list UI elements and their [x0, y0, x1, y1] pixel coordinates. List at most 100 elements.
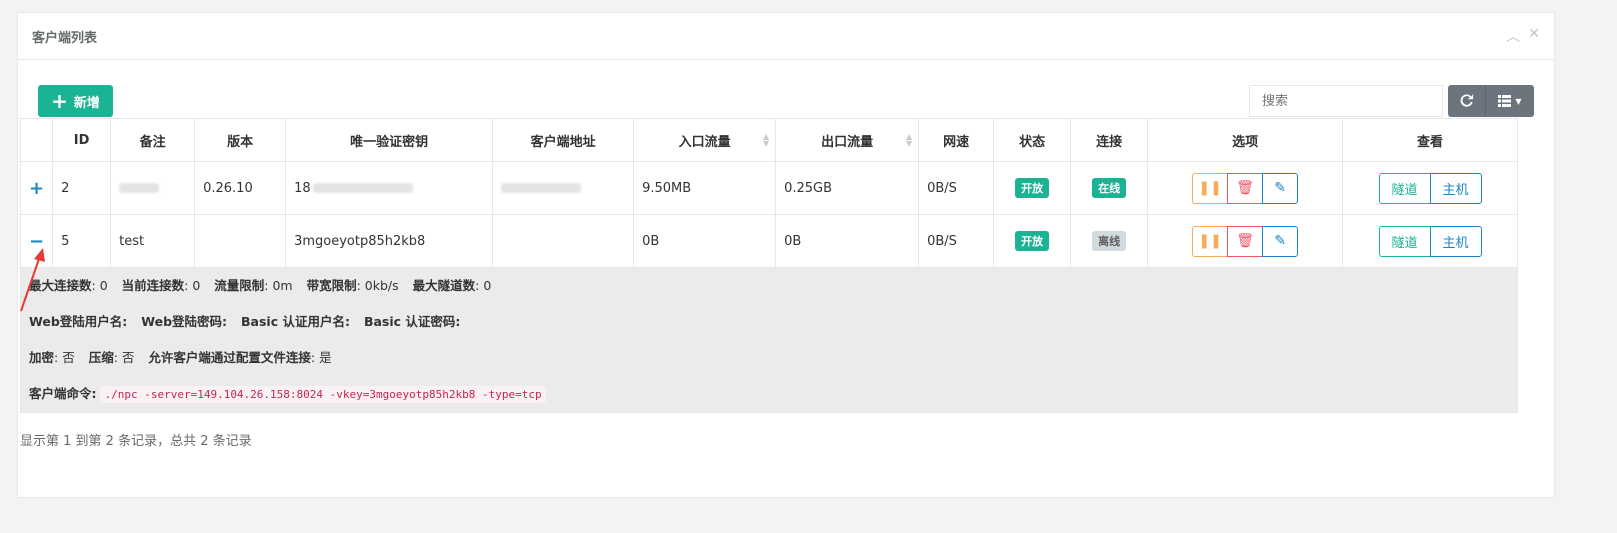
refresh-button[interactable] — [1448, 85, 1486, 117]
status-badge: 开放 — [1015, 231, 1050, 251]
cell-status: 开放 — [993, 214, 1072, 268]
compress-label: 压缩 — [88, 350, 114, 365]
cell-speed: 0B/S — [918, 214, 995, 268]
cell-in-flow: 0B — [633, 214, 777, 268]
col-out-flow[interactable]: 出口流量 ▲ ▼ — [775, 118, 920, 162]
pagination-info: 显示第 1 到第 2 条记录，总共 2 条记录 — [20, 434, 252, 449]
encrypt-label: 加密 — [29, 350, 55, 365]
detail-cell: 最大连接数: 0 当前连接数: 0 流量限制: 0m 带宽限制: 0kb/s 最… — [20, 267, 1518, 413]
list-icon — [1498, 95, 1512, 107]
detail-auth: Web登陆用户名: Web登陆密码: Basic 认证用户名: Basic 认证… — [29, 304, 1509, 340]
col-id[interactable]: ID — [52, 118, 112, 162]
pause-button[interactable]: ❚❚ — [1192, 172, 1229, 204]
tunnel-button[interactable]: 隧道 — [1378, 172, 1431, 204]
basic-user-label: Basic 认证用户名: — [241, 314, 350, 329]
col-remark[interactable]: 备注 — [110, 118, 196, 162]
compress-value: : 否 — [113, 350, 135, 365]
col-speed[interactable]: 网速 — [918, 118, 995, 162]
pause-button[interactable]: ❚❚ — [1192, 225, 1229, 257]
cell-connection: 离线 — [1070, 214, 1149, 268]
detail-row: 最大连接数: 0 当前连接数: 0 流量限制: 0m 带宽限制: 0kb/s 最… — [20, 267, 1518, 413]
cell-version — [194, 214, 287, 268]
redacted-key — [312, 183, 413, 193]
status-badge: 开放 — [1015, 178, 1050, 198]
sort-icon[interactable]: ▲ ▼ — [763, 133, 769, 148]
connection-badge: 在线 — [1092, 178, 1127, 198]
refresh-icon — [1460, 94, 1473, 107]
delete-button[interactable]: 🗑 — [1227, 172, 1264, 204]
col-status[interactable]: 状态 — [993, 118, 1072, 162]
cell-options: ❚❚ 🗑 ✎ — [1147, 214, 1344, 268]
panel-tools: ︿ ✕ — [1506, 26, 1540, 46]
col-in-flow[interactable]: 入口流量 ▲ ▼ — [633, 118, 777, 162]
cmd-label: 客户端命令: — [29, 386, 97, 401]
cell-out-flow: 0B — [775, 214, 920, 268]
cell-out-flow: 0.25GB — [775, 161, 920, 215]
trash-icon: 🗑 — [1236, 180, 1254, 196]
close-icon[interactable]: ✕ — [1528, 26, 1540, 46]
cell-connection: 在线 — [1070, 161, 1149, 215]
add-button[interactable]: + 新增 — [38, 85, 113, 117]
key-text: 18 — [294, 180, 311, 196]
edit-button[interactable]: ✎ — [1262, 225, 1299, 257]
col-in-flow-label: 入口流量 — [678, 134, 731, 150]
connection-badge: 离线 — [1092, 231, 1127, 251]
redacted-remark — [119, 183, 160, 193]
columns-button[interactable]: ▼ — [1486, 85, 1534, 117]
allow-cfg-value: : 是 — [310, 350, 332, 365]
cell-id: 5 — [52, 214, 112, 268]
col-expander — [19, 118, 54, 162]
col-connection[interactable]: 连接 — [1070, 118, 1149, 162]
web-pass-label: Web登陆密码: — [141, 314, 228, 329]
cur-conn-value: : 0 — [184, 278, 201, 293]
cell-remark — [110, 161, 196, 215]
col-key[interactable]: 唯一验证密钥 — [285, 118, 494, 162]
chevron-up-icon[interactable]: ︿ — [1506, 26, 1520, 46]
max-tunnel-label: 最大隧道数 — [412, 278, 476, 293]
edit-icon: ✎ — [1274, 233, 1286, 249]
cell-version: 0.26.10 — [194, 161, 287, 215]
host-button[interactable]: 主机 — [1429, 225, 1482, 257]
search-input[interactable] — [1249, 85, 1443, 117]
cell-address — [492, 214, 635, 268]
col-options: 选项 — [1147, 118, 1344, 162]
edit-icon: ✎ — [1274, 180, 1286, 196]
pause-icon: ❚❚ — [1198, 180, 1222, 196]
col-out-flow-label: 出口流量 — [821, 134, 874, 150]
table-header-row: ID 备注 版本 唯一验证密钥 客户端地址 入口流量 ▲ ▼ 出口流量 ▲ ▼ 网速 状… — [19, 118, 1518, 162]
panel-title: 客户端列表 — [32, 30, 98, 46]
annotation-arrow-icon — [20, 248, 45, 312]
max-conn-value: : 0 — [91, 278, 108, 293]
pause-icon: ❚❚ — [1198, 233, 1222, 249]
expand-icon[interactable]: + — [19, 161, 54, 215]
sort-icon[interactable]: ▲ ▼ — [906, 133, 912, 148]
toolbar: + 新增 ▼ — [38, 85, 1534, 117]
cell-address — [492, 161, 635, 215]
cell-speed: 0B/S — [918, 161, 995, 215]
table-row: + 2 0.26.10 18 9.50MB 0.25GB 0B/S 开放 在线 … — [19, 161, 1518, 215]
col-version[interactable]: 版本 — [194, 118, 287, 162]
tunnel-button[interactable]: 隧道 — [1378, 225, 1431, 257]
cell-view: 隧道 主机 — [1342, 161, 1518, 215]
cur-conn-label: 当前连接数 — [121, 278, 185, 293]
cell-view: 隧道 主机 — [1342, 214, 1518, 268]
table-row: − 5 test 3mgoeyotp85h2kb8 0B 0B 0B/S 开放 … — [19, 214, 1518, 268]
col-address[interactable]: 客户端地址 — [492, 118, 635, 162]
delete-button[interactable]: 🗑 — [1227, 225, 1264, 257]
detail-command: 客户端命令: ./npc -server=149.104.26.158:8024… — [29, 376, 1509, 412]
detail-limits: 最大连接数: 0 当前连接数: 0 流量限制: 0m 带宽限制: 0kb/s 最… — [29, 268, 1509, 304]
host-button[interactable]: 主机 — [1429, 172, 1482, 204]
client-command[interactable]: ./npc -server=149.104.26.158:8024 -vkey=… — [100, 386, 546, 403]
cell-options: ❚❚ 🗑 ✎ — [1147, 161, 1344, 215]
cell-key: 3mgoeyotp85h2kb8 — [285, 214, 494, 268]
bw-limit-value: : 0kb/s — [356, 278, 399, 293]
cell-remark: test — [110, 214, 196, 268]
cell-key: 18 — [285, 161, 494, 215]
client-table: ID 备注 版本 唯一验证密钥 客户端地址 入口流量 ▲ ▼ 出口流量 ▲ ▼ 网速 状… — [19, 118, 1518, 413]
plus-icon: + — [51, 89, 68, 113]
edit-button[interactable]: ✎ — [1262, 172, 1299, 204]
detail-flags: 加密: 否 压缩: 否 允许客户端通过配置文件连接: 是 — [29, 340, 1509, 376]
table-tools: ▼ — [1448, 85, 1534, 117]
allow-cfg-label: 允许客户端通过配置文件连接 — [148, 350, 311, 365]
add-button-label: 新增 — [73, 95, 100, 111]
